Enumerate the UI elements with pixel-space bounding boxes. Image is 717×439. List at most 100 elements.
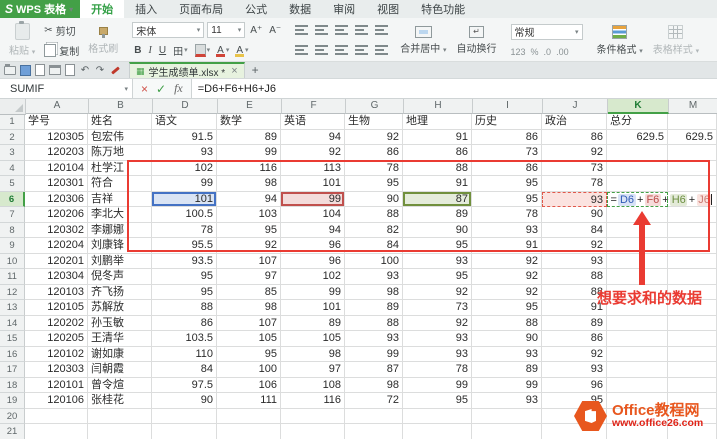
cell-G21[interactable] bbox=[345, 424, 403, 439]
cell-I16[interactable]: 93 bbox=[472, 347, 542, 363]
number-format-select[interactable]: 常规▾ bbox=[511, 24, 583, 40]
tab-数据[interactable]: 数据 bbox=[278, 0, 322, 18]
wrap-text-button[interactable]: ↵ 自动换行 bbox=[452, 20, 502, 60]
row-header-4[interactable]: 4 bbox=[0, 161, 25, 177]
insert-function-button[interactable]: fx bbox=[174, 81, 183, 96]
tab-视图[interactable]: 视图 bbox=[366, 0, 410, 18]
cell-K10[interactable] bbox=[607, 254, 668, 270]
align-right-button[interactable] bbox=[333, 45, 350, 55]
cell-I6[interactable]: 95 bbox=[472, 192, 542, 208]
formula-input[interactable]: =D6+F6+H6+J6 bbox=[192, 79, 717, 98]
cell-K14[interactable] bbox=[607, 316, 668, 332]
increase-indent-button[interactable] bbox=[373, 25, 390, 35]
cell-F1[interactable]: 英语 bbox=[281, 114, 345, 130]
cell-B14[interactable]: 孙玉敏 bbox=[88, 316, 152, 332]
cell-B4[interactable]: 杜学江 bbox=[88, 161, 152, 177]
cell-E10[interactable]: 107 bbox=[217, 254, 281, 270]
cell-D10[interactable]: 93.5 bbox=[152, 254, 217, 270]
cell-G9[interactable]: 84 bbox=[345, 238, 403, 254]
cell-J13[interactable]: 91 bbox=[542, 300, 607, 316]
cell-A8[interactable]: 120302 bbox=[25, 223, 88, 239]
cell-J10[interactable]: 93 bbox=[542, 254, 607, 270]
cell-D8[interactable]: 78 bbox=[152, 223, 217, 239]
table-style-button[interactable]: 表格样式 ▾ bbox=[648, 20, 704, 60]
cell-K13[interactable] bbox=[607, 300, 668, 316]
row-header-18[interactable]: 18 bbox=[0, 378, 25, 394]
cell-I20[interactable] bbox=[472, 409, 542, 425]
highlight-color-button[interactable]: A▾ bbox=[234, 45, 250, 56]
cell-B20[interactable] bbox=[88, 409, 152, 425]
new-tab-button[interactable]: + bbox=[245, 62, 266, 78]
cell-J1[interactable]: 政治 bbox=[542, 114, 607, 130]
cell-G18[interactable]: 98 bbox=[345, 378, 403, 394]
cell-H11[interactable]: 95 bbox=[403, 269, 472, 285]
cell-M10[interactable] bbox=[668, 254, 717, 270]
cell-E4[interactable]: 116 bbox=[217, 161, 281, 177]
cell-B2[interactable]: 包宏伟 bbox=[88, 130, 152, 146]
cell-H9[interactable]: 95 bbox=[403, 238, 472, 254]
cell-B7[interactable]: 李北大 bbox=[88, 207, 152, 223]
symbol-button[interactable]: Ω 符号 ▾ bbox=[712, 20, 717, 60]
cell-D6[interactable]: 101 bbox=[152, 192, 217, 208]
cell-E1[interactable]: 数学 bbox=[217, 114, 281, 130]
cell-F17[interactable]: 97 bbox=[281, 362, 345, 378]
cell-K2[interactable]: 629.5 bbox=[607, 130, 668, 146]
column-header-M[interactable]: M bbox=[669, 99, 717, 114]
cell-I15[interactable]: 90 bbox=[472, 331, 542, 347]
cell-A15[interactable]: 120205 bbox=[25, 331, 88, 347]
copy-button[interactable]: 复制 bbox=[40, 42, 83, 59]
row-header-15[interactable]: 15 bbox=[0, 331, 25, 347]
undo-button[interactable]: ↶ bbox=[78, 64, 92, 77]
cell-D15[interactable]: 103.5 bbox=[152, 331, 217, 347]
cell-I1[interactable]: 历史 bbox=[472, 114, 542, 130]
confirm-formula-button[interactable]: ✓ bbox=[156, 82, 166, 96]
cell-D3[interactable]: 93 bbox=[152, 145, 217, 161]
cell-D16[interactable]: 110 bbox=[152, 347, 217, 363]
underline-button[interactable]: U bbox=[157, 45, 168, 56]
open-button[interactable] bbox=[3, 64, 17, 77]
cell-F9[interactable]: 96 bbox=[281, 238, 345, 254]
cell-E18[interactable]: 106 bbox=[217, 378, 281, 394]
cell-J17[interactable]: 93 bbox=[542, 362, 607, 378]
cell-A16[interactable]: 120102 bbox=[25, 347, 88, 363]
cell-K18[interactable] bbox=[607, 378, 668, 394]
cell-M7[interactable] bbox=[668, 207, 717, 223]
cell-B6[interactable]: 吉祥 bbox=[88, 192, 152, 208]
cell-K11[interactable] bbox=[607, 269, 668, 285]
cell-H19[interactable]: 95 bbox=[403, 393, 472, 409]
cell-I9[interactable]: 91 bbox=[472, 238, 542, 254]
cell-A20[interactable] bbox=[25, 409, 88, 425]
cell-F15[interactable]: 105 bbox=[281, 331, 345, 347]
cell-G14[interactable]: 88 bbox=[345, 316, 403, 332]
cell-D19[interactable]: 90 bbox=[152, 393, 217, 409]
format-painter-button[interactable]: 格式刷 bbox=[83, 20, 123, 60]
cancel-formula-button[interactable]: × bbox=[141, 82, 148, 96]
cell-D2[interactable]: 91.5 bbox=[152, 130, 217, 146]
cell-K5[interactable] bbox=[607, 176, 668, 192]
cell-E8[interactable]: 95 bbox=[217, 223, 281, 239]
column-header-G[interactable]: G bbox=[346, 99, 404, 114]
cell-D7[interactable]: 100.5 bbox=[152, 207, 217, 223]
cell-E15[interactable]: 105 bbox=[217, 331, 281, 347]
cell-H8[interactable]: 90 bbox=[403, 223, 472, 239]
cell-H12[interactable]: 92 bbox=[403, 285, 472, 301]
cell-M17[interactable] bbox=[668, 362, 717, 378]
export-button[interactable] bbox=[33, 64, 47, 77]
cell-I17[interactable]: 89 bbox=[472, 362, 542, 378]
cell-A19[interactable]: 120106 bbox=[25, 393, 88, 409]
cell-G1[interactable]: 生物 bbox=[345, 114, 403, 130]
save-button[interactable] bbox=[18, 64, 32, 77]
row-header-7[interactable]: 7 bbox=[0, 207, 25, 223]
cell-D12[interactable]: 95 bbox=[152, 285, 217, 301]
cell-B16[interactable]: 谢如康 bbox=[88, 347, 152, 363]
cell-B8[interactable]: 李娜娜 bbox=[88, 223, 152, 239]
cell-J15[interactable]: 86 bbox=[542, 331, 607, 347]
row-header-5[interactable]: 5 bbox=[0, 176, 25, 192]
row-header-10[interactable]: 10 bbox=[0, 254, 25, 270]
cell-I19[interactable]: 93 bbox=[472, 393, 542, 409]
borders-button[interactable]: 田▾ bbox=[171, 43, 190, 58]
cell-K3[interactable] bbox=[607, 145, 668, 161]
cell-K6[interactable]: =D6+F6+H6+J6 bbox=[607, 192, 668, 208]
cell-G4[interactable]: 78 bbox=[345, 161, 403, 177]
cell-D20[interactable] bbox=[152, 409, 217, 425]
